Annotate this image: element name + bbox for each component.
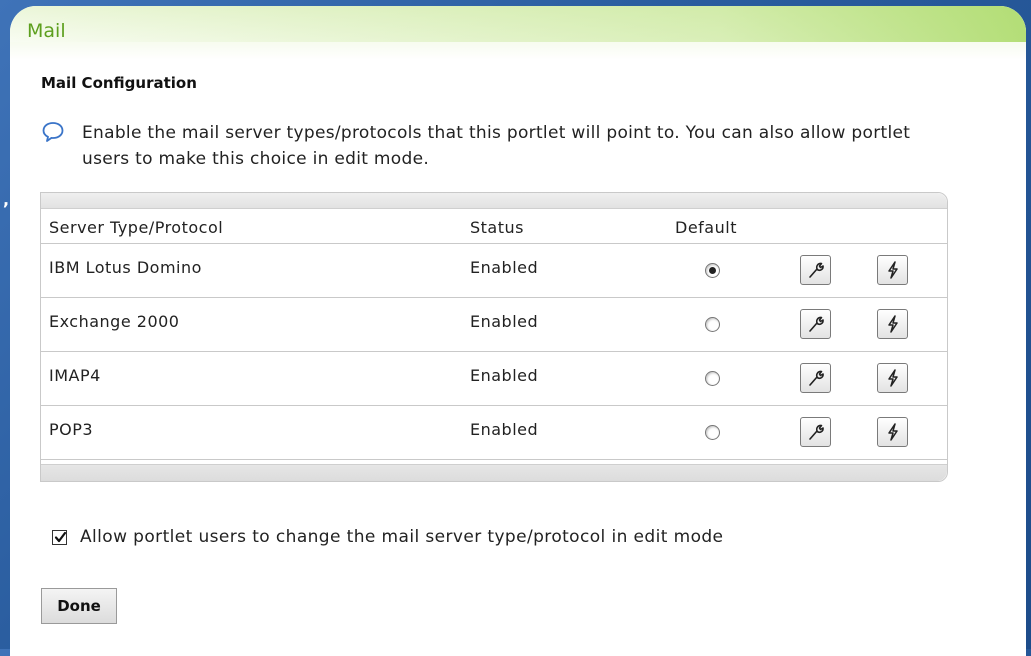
lightning-icon (887, 369, 898, 387)
table-row: IMAP4 Enabled (41, 352, 947, 406)
wrench-icon (808, 424, 824, 440)
server-status: Enabled (470, 258, 539, 277)
default-radio[interactable] (705, 263, 720, 278)
server-status: Enabled (470, 366, 539, 385)
server-name: POP3 (49, 420, 94, 439)
test-server-button[interactable] (877, 255, 908, 285)
edit-server-button[interactable] (800, 363, 831, 393)
portlet-title: Mail (27, 20, 66, 42)
section-title: Mail Configuration (41, 74, 197, 92)
server-name: IBM Lotus Domino (49, 258, 202, 277)
portlet-titlebar: Mail (10, 6, 1026, 60)
test-server-button[interactable] (877, 309, 908, 339)
lightning-icon (887, 315, 898, 333)
table-header-row: Server Type/Protocol Status Default (41, 209, 947, 244)
server-name: IMAP4 (49, 366, 101, 385)
speech-bubble-icon (42, 122, 64, 142)
header-status: Status (470, 218, 524, 237)
table-top-bar (41, 193, 947, 209)
server-name: Exchange 2000 (49, 312, 180, 331)
test-server-button[interactable] (877, 417, 908, 447)
allow-edit-checkbox[interactable] (52, 530, 67, 545)
header-server-type: Server Type/Protocol (49, 218, 224, 237)
allow-edit-label: Allow portlet users to change the mail s… (80, 527, 724, 547)
edit-server-button[interactable] (800, 255, 831, 285)
lightning-icon (887, 423, 898, 441)
stray-mark: , (3, 190, 10, 209)
wrench-icon (808, 316, 824, 332)
edit-server-button[interactable] (800, 309, 831, 339)
default-radio[interactable] (705, 371, 720, 386)
wrench-icon (808, 370, 824, 386)
server-table: Server Type/Protocol Status Default IBM … (40, 192, 948, 482)
table-bottom-bar (41, 464, 947, 481)
table-row: POP3 Enabled (41, 406, 947, 460)
edit-server-button[interactable] (800, 417, 831, 447)
mail-portlet: Mail Mail Configuration Enable the mail … (10, 6, 1026, 656)
server-status: Enabled (470, 312, 539, 331)
help-text: Enable the mail server types/protocols t… (82, 123, 911, 169)
test-server-button[interactable] (877, 363, 908, 393)
lightning-icon (887, 261, 898, 279)
wrench-icon (808, 262, 824, 278)
server-status: Enabled (470, 420, 539, 439)
default-radio[interactable] (705, 317, 720, 332)
checkmark-icon (54, 531, 67, 543)
default-radio[interactable] (705, 425, 720, 440)
table-row: Exchange 2000 Enabled (41, 298, 947, 352)
done-button[interactable]: Done (41, 588, 117, 624)
header-default: Default (675, 218, 737, 237)
table-row: IBM Lotus Domino Enabled (41, 244, 947, 298)
